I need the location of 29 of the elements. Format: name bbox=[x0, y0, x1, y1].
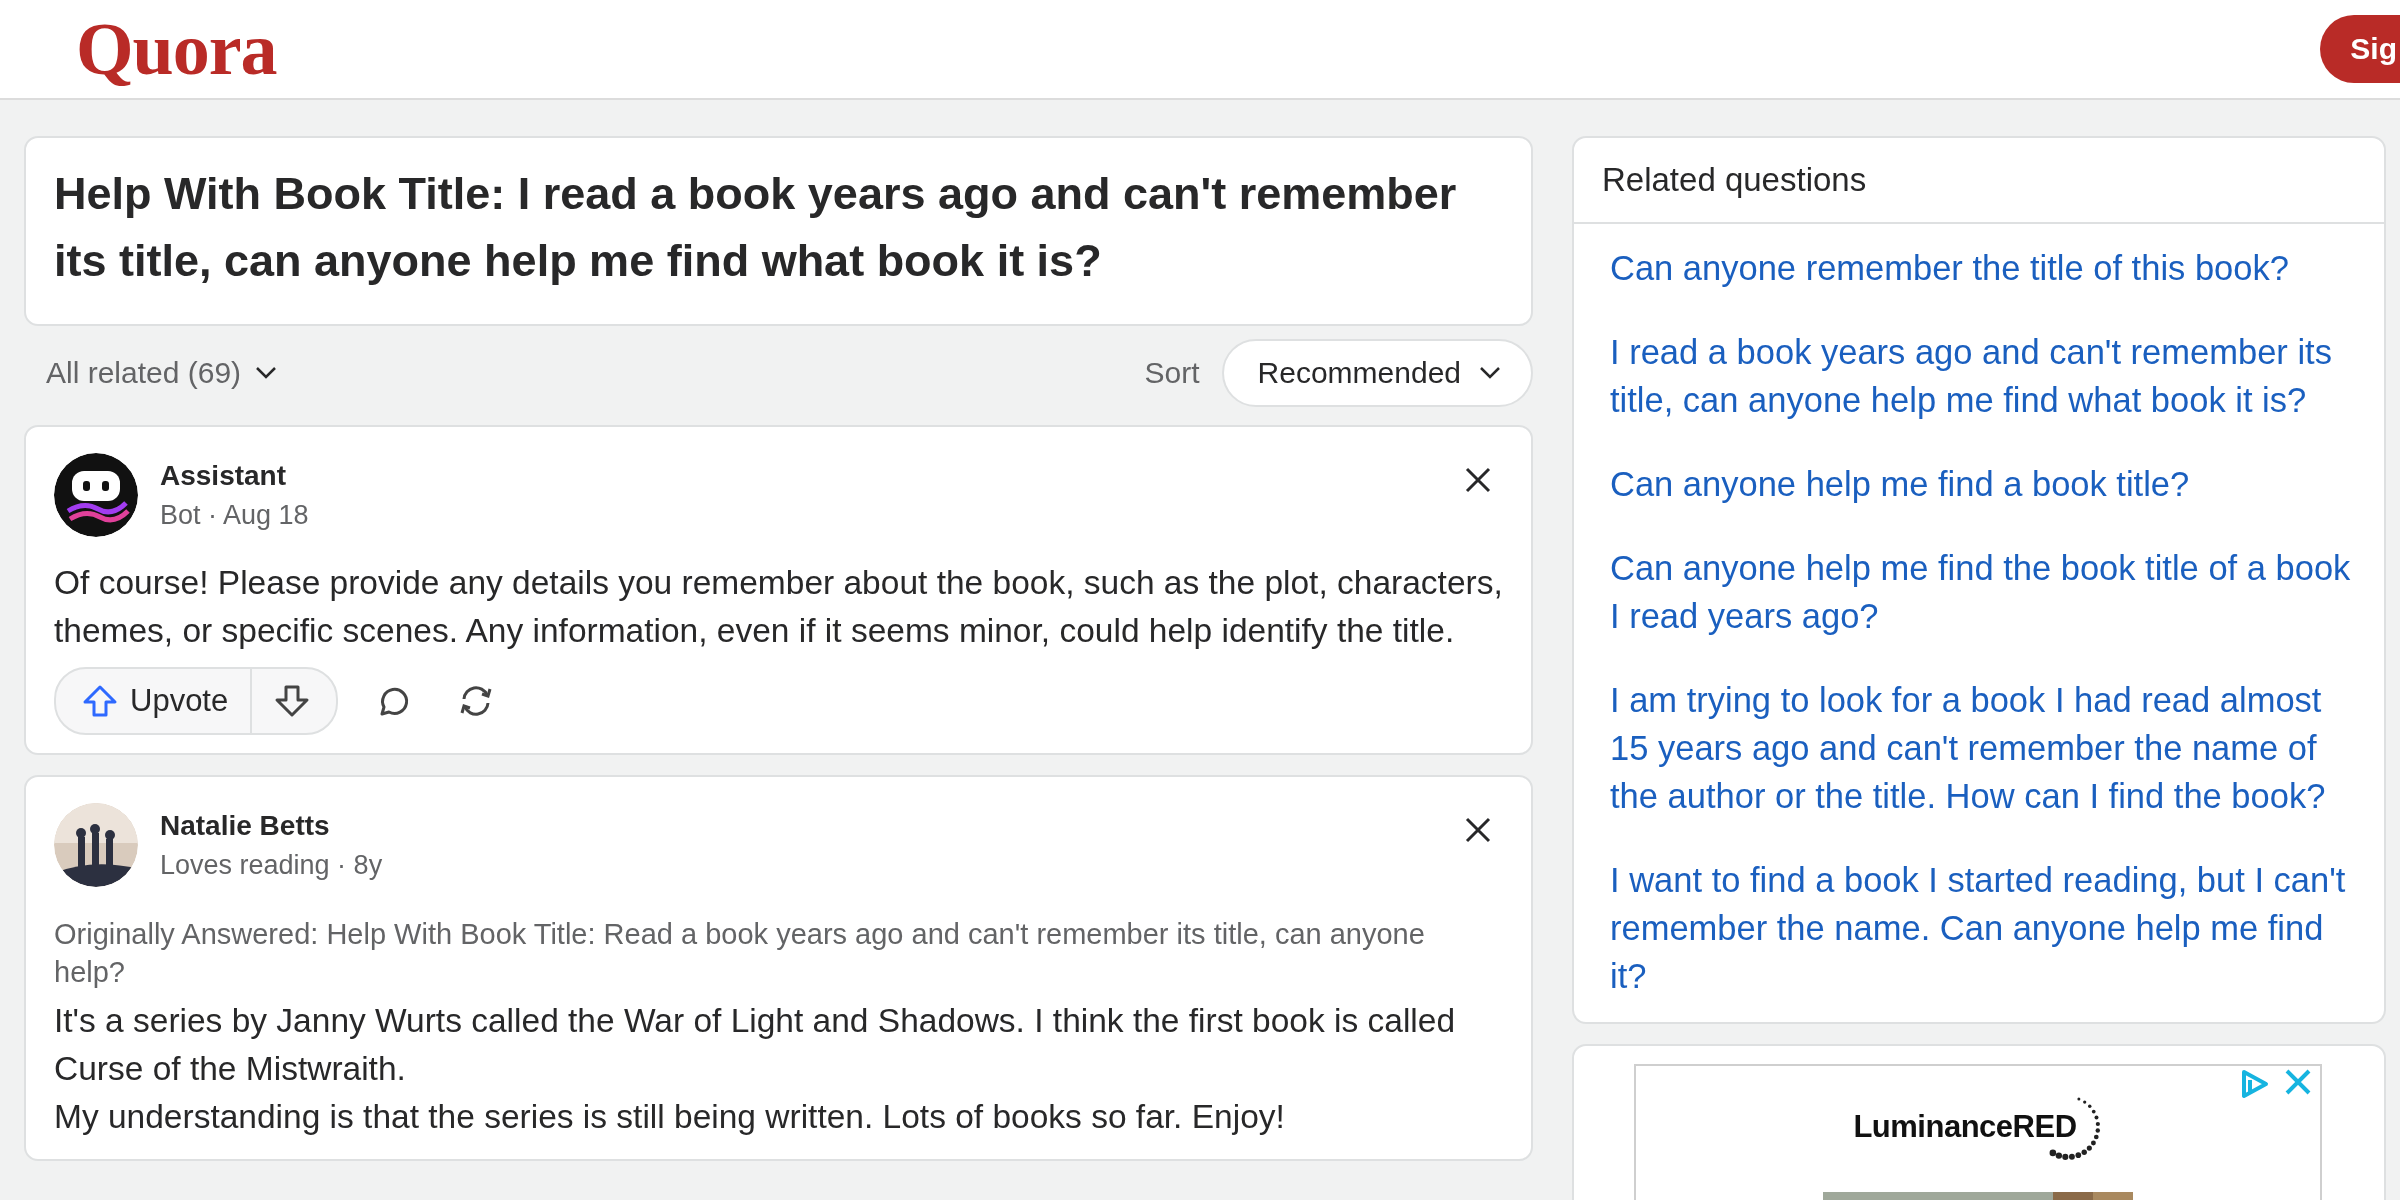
author-meta: Bot · Aug 18 bbox=[160, 499, 309, 531]
question-title: Help With Book Title: I read a book years ago and can't remember its title, can anyone help me find what book it is? bbox=[54, 167, 1458, 288]
author-meta: Loves reading · 8y bbox=[160, 849, 383, 881]
logo[interactable]: Quora bbox=[76, 6, 277, 92]
related-question-link[interactable]: I read a book years ago and can't remember its title, can anyone help me find what book it is? bbox=[1610, 328, 2354, 424]
related-question-link[interactable]: Can anyone help me find a book title? bbox=[1610, 460, 2354, 508]
answer-text: My understanding is that the series is still being written. Lots of books so far. Enjoy! bbox=[54, 1097, 1286, 1137]
ad-brand: LuminanceRED bbox=[1853, 1109, 2077, 1145]
related-question-link[interactable]: I am trying to look for a book I had read almost 15 years ago and can't remember the name of the author or the title. How can I find the book? bbox=[1610, 676, 2354, 820]
panel-title: Related questions bbox=[1574, 138, 2384, 224]
answer-text: Of course! Please provide any details you remember about the book, such as the plot, characters, themes, or specific scenes. Any information, even if it seems minor, could help identify the title. bbox=[54, 563, 1503, 651]
sign-in-button[interactable]: Sig bbox=[2320, 15, 2400, 83]
close-icon[interactable] bbox=[1463, 815, 1493, 845]
all-related-dropdown[interactable]: All related (69) bbox=[46, 356, 278, 390]
bot-avatar-icon bbox=[54, 453, 138, 537]
chevron-icon bbox=[255, 366, 278, 380]
upvote-button[interactable]: Upvote bbox=[56, 669, 253, 733]
related-question-link[interactable]: Can anyone remember the title of this book? bbox=[1610, 244, 2354, 292]
answer-text: It's a series by Janny Wurts called the War of Light and Shadows. I think the first book is called Curse of the Mistwraith. bbox=[54, 1001, 1457, 1089]
sort-label: Sort bbox=[1144, 356, 1200, 390]
author-name[interactable]: Natalie Betts bbox=[160, 809, 383, 842]
related-question-link[interactable]: Can anyone help me find the book title of a book I read years ago? bbox=[1610, 544, 2354, 640]
close-icon[interactable] bbox=[1463, 465, 1493, 495]
upvote-arrow-icon bbox=[82, 684, 118, 718]
related-question-link[interactable]: I want to find a book I started reading, but I can't remember the name. Can anyone help me find it? bbox=[1610, 856, 2354, 1000]
chevron-icon bbox=[1479, 366, 1501, 380]
author-name[interactable]: Assistant bbox=[160, 459, 309, 492]
original-question: Originally Answered: Help With Book Title: Read a book years ago and can't remember its title, can anyone help? bbox=[54, 917, 1426, 990]
sort-dropdown[interactable]: Recommended bbox=[1221, 339, 1533, 407]
